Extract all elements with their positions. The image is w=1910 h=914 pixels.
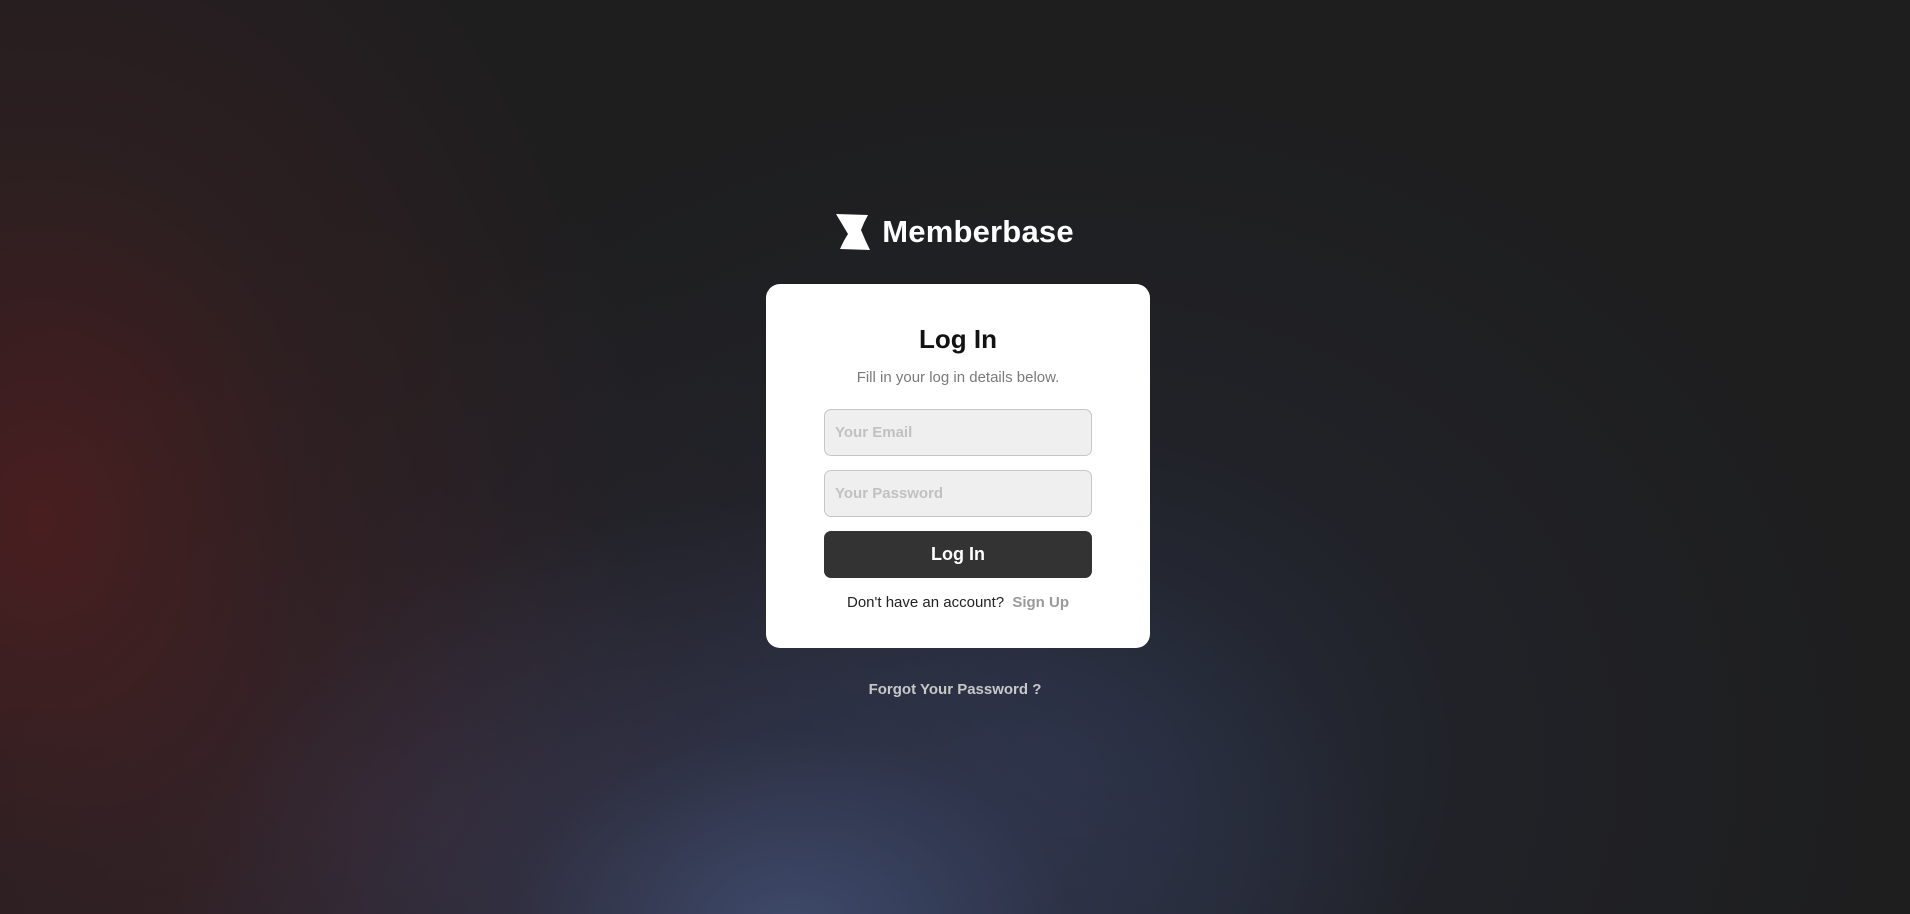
brand-name: Memberbase (882, 214, 1074, 249)
brand-header: Memberbase (0, 212, 1909, 252)
signup-link[interactable]: Sign Up (1012, 594, 1069, 611)
login-button[interactable]: Log In (824, 531, 1092, 578)
login-title: Log In (919, 324, 997, 354)
no-account-text: Don't have an account? (847, 594, 1005, 611)
forgot-password-container: Forgot Your Password ? (0, 681, 1910, 698)
password-field[interactable] (824, 470, 1092, 517)
login-card: Log In Fill in your log in details below… (766, 284, 1150, 648)
email-field[interactable] (824, 409, 1092, 456)
forgot-password-link[interactable]: Forgot Your Password ? (869, 681, 1042, 698)
memberbase-logo-icon (834, 212, 872, 252)
login-subtitle: Fill in your log in details below. (856, 369, 1060, 386)
signup-prompt: Don't have an account? Sign Up (766, 594, 1150, 612)
